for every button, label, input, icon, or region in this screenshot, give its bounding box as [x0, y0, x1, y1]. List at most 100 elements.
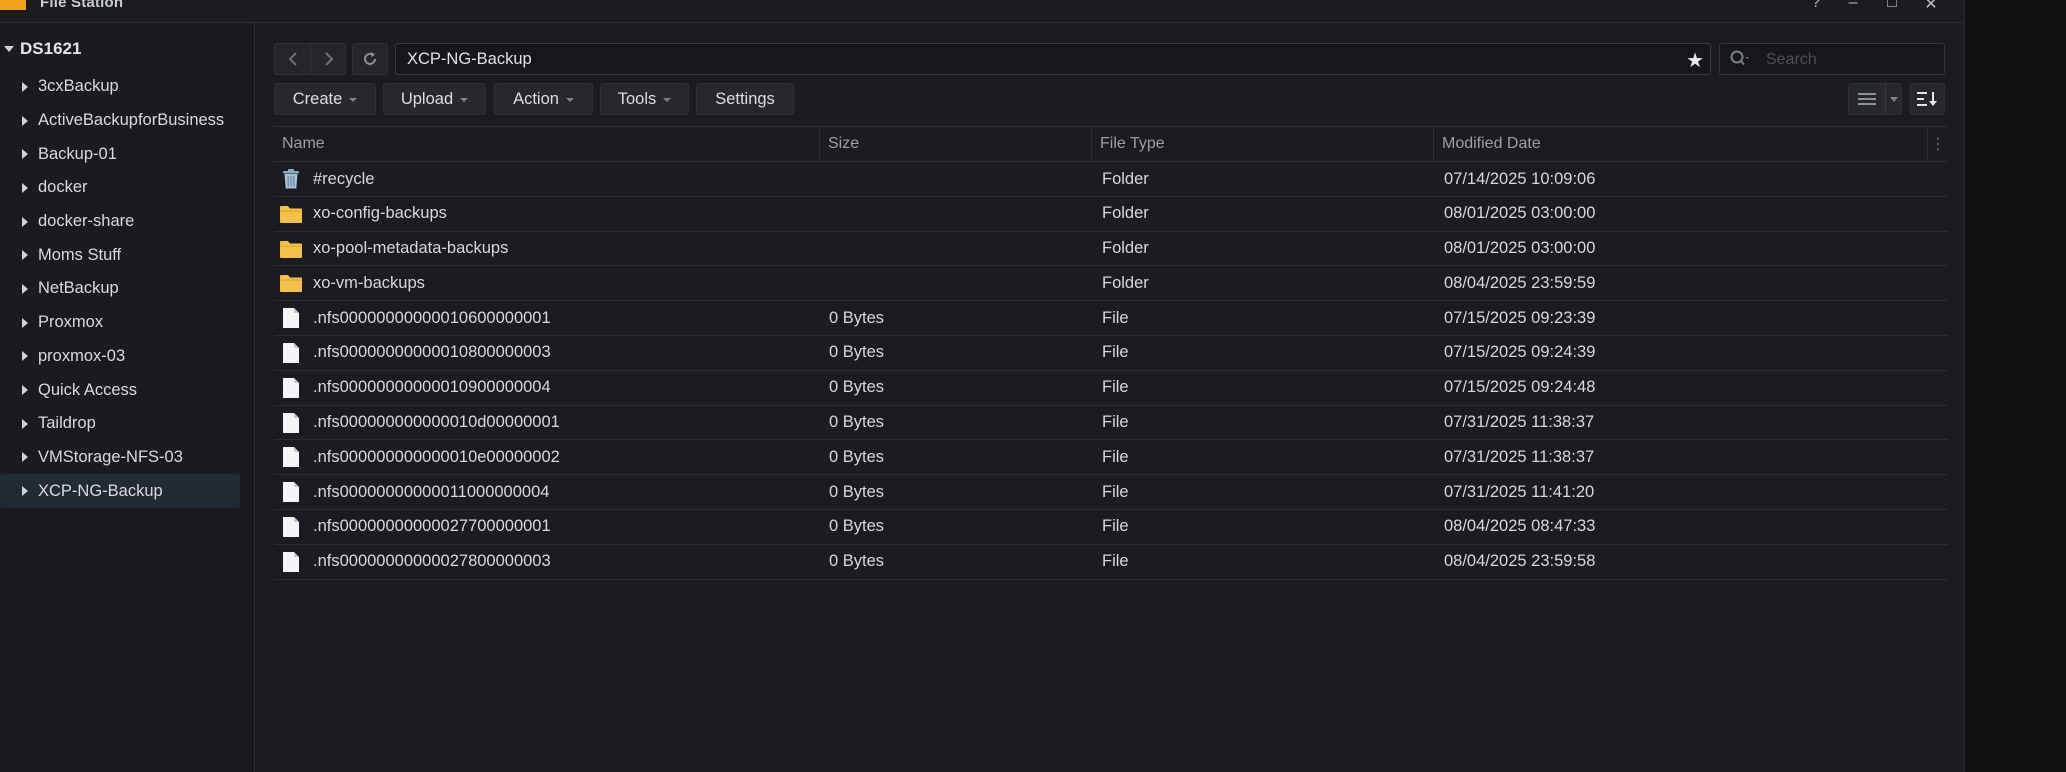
tools-label: Tools: [617, 89, 657, 108]
table-row[interactable]: .nfs000000000000010d00000001 0 Bytes File 0…: [274, 406, 1948, 441]
sidebar-item-docker-share[interactable]: docker-share: [0, 205, 240, 239]
cell-size: 0 Bytes: [829, 447, 885, 466]
sidebar-item-xcp-ng-backup[interactable]: XCP-NG-Backup: [0, 474, 240, 508]
tree-root-label: DS1621: [20, 39, 82, 58]
cell-name: xo-config-backups: [280, 197, 820, 231]
forward-button[interactable]: [311, 44, 346, 74]
sidebar-item-netbackup[interactable]: NetBackup: [0, 272, 240, 306]
navigation-buttons: [274, 43, 346, 75]
caret-right-icon[interactable]: [22, 283, 28, 294]
caret-right-icon[interactable]: [22, 385, 28, 396]
caret-right-icon[interactable]: [22, 81, 28, 92]
list-view-button[interactable]: [1849, 84, 1886, 114]
caret-down-icon[interactable]: [4, 46, 14, 52]
tools-button[interactable]: Tools: [600, 83, 689, 115]
sidebar-item-proxmox[interactable]: Proxmox: [0, 306, 240, 340]
column-header-modified-date[interactable]: Modified Date: [1434, 127, 1928, 161]
sidebar-item-backup-01[interactable]: Backup-01: [0, 137, 240, 171]
table-row[interactable]: xo-pool-metadata-backups Folder 08/01/2025…: [274, 232, 1948, 267]
cell-modified-date: 08/01/2025 03:00:00: [1444, 204, 1596, 223]
caret-right-icon[interactable]: [22, 452, 28, 463]
search-icon[interactable]: [1730, 50, 1750, 68]
file-icon: [280, 551, 302, 572]
caret-right-icon[interactable]: [22, 216, 28, 227]
caret-right-icon[interactable]: [22, 115, 28, 126]
caret-right-icon[interactable]: [22, 182, 28, 193]
table-row[interactable]: #recycle Folder 07/14/2025 10:09:06: [274, 162, 1948, 197]
back-button[interactable]: [275, 44, 311, 74]
minimize-button[interactable]: –: [1843, 0, 1863, 12]
search-box[interactable]: [1719, 43, 1945, 75]
folder-icon: [280, 204, 302, 224]
caret-right-icon[interactable]: [22, 486, 28, 497]
sidebar-item-label: Quick Access: [38, 380, 138, 399]
sidebar-item-label: proxmox-03: [38, 346, 126, 365]
cell-size: 0 Bytes: [829, 378, 885, 397]
sidebar-item-3cxbackup[interactable]: 3cxBackup: [0, 70, 240, 104]
table-row[interactable]: xo-vm-backups Folder 08/04/2025 23:59:59: [274, 266, 1948, 302]
table-row[interactable]: .nfs00000000000027800000003 0 Bytes File 08…: [274, 545, 1948, 580]
search-input[interactable]: [1764, 48, 1938, 72]
file-icon: [280, 516, 302, 537]
maximize-button[interactable]: □: [1882, 0, 1902, 12]
file-icon: [280, 482, 302, 503]
sidebar: DS1621 3cxBackup ActiveBackupforBusiness B…: [0, 23, 255, 772]
cell-size: 0 Bytes: [829, 308, 885, 327]
upload-label: Upload: [400, 89, 454, 108]
caret-right-icon[interactable]: [22, 317, 28, 328]
table-row[interactable]: .nfs00000000000010800000003 0 Bytes File 07…: [274, 336, 1948, 371]
sidebar-item-label: XCP-NG-Backup: [38, 481, 163, 500]
cell-modified-date: 07/31/2025 11:41:20: [1444, 482, 1595, 501]
chevron-down-icon: [565, 98, 574, 102]
create-button[interactable]: Create: [274, 83, 376, 115]
column-header-name[interactable]: Name: [274, 127, 820, 161]
cell-size: 0 Bytes: [829, 552, 885, 571]
cell-modified-date: 07/31/2025 11:38:37: [1444, 447, 1595, 466]
column-options-icon[interactable]: ⋮: [1928, 127, 1948, 161]
sidebar-item-label: NetBackup: [38, 279, 119, 298]
table-row[interactable]: .nfs00000000000027700000001 0 Bytes File 08…: [274, 510, 1948, 545]
sidebar-item-activebackupforbusiness[interactable]: ActiveBackupforBusiness: [0, 104, 240, 138]
file-table: Name Size File Type Modified Date ⋮ #rec…: [274, 126, 1948, 580]
cell-file-type: File: [1102, 378, 1129, 397]
cell-file-type: File: [1102, 447, 1129, 466]
cell-modified-date: 07/15/2025 09:23:39: [1444, 308, 1596, 327]
star-icon[interactable]: ★: [1686, 48, 1704, 73]
file-icon: [280, 342, 302, 363]
sidebar-item-taildrop[interactable]: Taildrop: [0, 407, 240, 441]
refresh-button[interactable]: [352, 43, 388, 75]
cell-file-type: Folder: [1102, 169, 1149, 188]
file-name: .nfs00000000000027800000003: [313, 552, 551, 571]
cell-file-type: File: [1102, 343, 1129, 362]
caret-right-icon[interactable]: [22, 250, 28, 261]
path-bar[interactable]: XCP-NG-Backup ★: [395, 43, 1711, 75]
table-row[interactable]: xo-config-backups Folder 08/01/2025 03:00:…: [274, 197, 1948, 232]
sidebar-item-moms-stuff[interactable]: Moms Stuff: [0, 238, 240, 272]
sort-button[interactable]: [1910, 83, 1945, 115]
cell-file-type: File: [1102, 552, 1129, 571]
sidebar-item-vmstorage-nfs-03[interactable]: VMStorage-NFS-03: [0, 441, 240, 475]
table-row[interactable]: .nfs00000000000010600000001 0 Bytes File 07…: [274, 301, 1948, 336]
upload-button[interactable]: Upload: [383, 83, 486, 115]
tree-root-ds1621[interactable]: DS1621: [4, 37, 81, 61]
table-row[interactable]: .nfs000000000000010e00000002 0 Bytes File 0…: [274, 440, 1948, 476]
file-name: #recycle: [313, 169, 375, 188]
shared-folder-list: 3cxBackup ActiveBackupforBusiness Backup-0…: [0, 70, 240, 508]
column-header-file-type[interactable]: File Type: [1092, 127, 1434, 161]
caret-right-icon[interactable]: [22, 149, 28, 160]
action-button[interactable]: Action: [494, 83, 593, 115]
table-row[interactable]: .nfs00000000000010900000004 0 Bytes File 07…: [274, 371, 1948, 406]
close-button[interactable]: ✕: [1921, 0, 1941, 14]
table-row[interactable]: .nfs00000000000011000000004 0 Bytes File 07…: [274, 475, 1948, 510]
sidebar-item-label: docker-share: [38, 212, 135, 231]
cell-modified-date: 08/04/2025 08:47:33: [1444, 517, 1596, 536]
sidebar-item-quick-access[interactable]: Quick Access: [0, 373, 240, 407]
sidebar-item-proxmox-03[interactable]: proxmox-03: [0, 340, 240, 374]
caret-right-icon[interactable]: [22, 351, 28, 362]
caret-right-icon[interactable]: [22, 418, 28, 429]
column-header-size[interactable]: Size: [820, 127, 1092, 161]
sidebar-item-docker[interactable]: docker: [0, 171, 240, 205]
help-button[interactable]: ?: [1806, 0, 1826, 12]
view-dropdown-button[interactable]: [1886, 84, 1902, 114]
settings-button[interactable]: Settings: [696, 83, 794, 115]
